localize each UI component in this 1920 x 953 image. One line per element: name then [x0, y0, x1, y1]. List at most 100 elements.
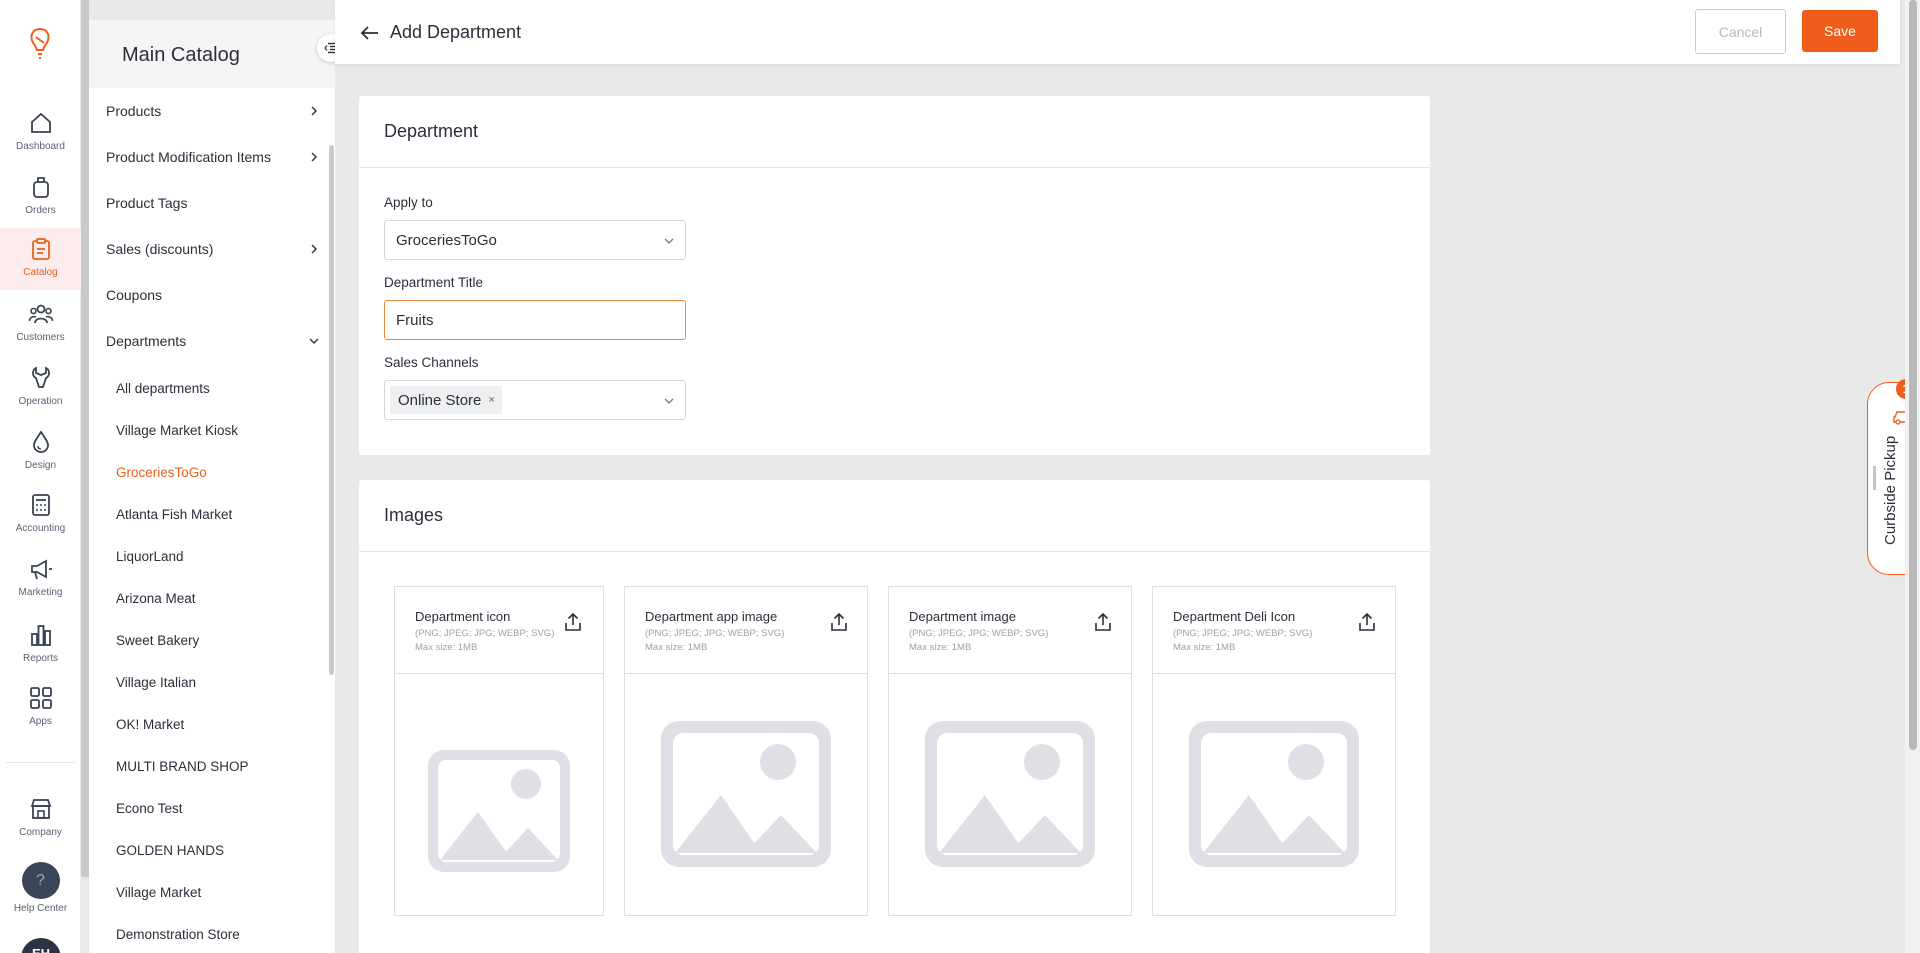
- chevron-right-icon: [311, 152, 317, 162]
- page-scrollbar-thumb[interactable]: [1909, 0, 1917, 750]
- department-title-input[interactable]: [384, 300, 686, 340]
- rail-item-help-center[interactable]: ? Help Center: [0, 854, 81, 914]
- rail-item-operation[interactable]: Operation: [0, 357, 81, 417]
- rail-item-label: Orders: [25, 205, 56, 216]
- clipboard-icon: [31, 238, 50, 260]
- subnav-scrollbar[interactable]: [329, 145, 334, 675]
- rail-item-label: Dashboard: [16, 141, 65, 152]
- image-tile-max-size: Max size: 1MB: [909, 642, 972, 653]
- upload-icon[interactable]: [1092, 611, 1114, 633]
- subnav-title: Main Catalog: [122, 44, 240, 66]
- department-item-active[interactable]: GroceriesToGo: [116, 463, 207, 483]
- bar-chart-icon: [30, 625, 51, 646]
- rail-item-catalog[interactable]: Catalog: [0, 228, 81, 290]
- image-tile-formats: (PNG; JPEG; JPG; WEBP; SVG): [1173, 628, 1313, 639]
- chevron-right-icon: [311, 106, 317, 116]
- image-placeholder-icon: [661, 721, 831, 867]
- rail-item-label: Reports: [22, 653, 58, 664]
- department-item[interactable]: Village Market Kiosk: [116, 421, 238, 441]
- department-item[interactable]: Atlanta Fish Market: [116, 505, 232, 525]
- rail-item-marketing[interactable]: Marketing: [0, 548, 81, 608]
- image-placeholder-icon: [925, 721, 1095, 867]
- save-button[interactable]: Save: [1802, 10, 1878, 52]
- users-icon: [28, 304, 53, 324]
- rail-item-orders[interactable]: Orders: [0, 166, 81, 226]
- department-title-label: Department Title: [384, 275, 484, 290]
- upload-icon[interactable]: [828, 611, 850, 633]
- subnav-item-label: Product Tags: [106, 195, 188, 211]
- image-tile-name: Department Deli Icon: [1173, 609, 1296, 624]
- image-tile-department-icon: Department icon (PNG; JPEG; JPG; WEBP; S…: [394, 586, 604, 916]
- subnav-item-sales-discounts[interactable]: Sales (discounts): [106, 237, 320, 261]
- subnav-item-label: Products: [106, 103, 162, 119]
- page-title: Add Department: [390, 22, 522, 42]
- department-item[interactable]: All departments: [116, 379, 210, 399]
- logo-icon[interactable]: [26, 26, 54, 62]
- department-item[interactable]: Arizona Meat: [116, 589, 196, 609]
- grid-icon: [29, 687, 52, 709]
- catalog-subnav: Main Catalog Products Product Modificati…: [89, 20, 345, 953]
- subnav-item-coupons[interactable]: Coupons: [106, 283, 320, 307]
- image-tile-formats: (PNG; JPEG; JPG; WEBP; SVG): [645, 628, 785, 639]
- rail-item-label: Catalog: [23, 267, 58, 278]
- rail-item-label: Marketing: [18, 587, 63, 598]
- curbside-drag-handle[interactable]: [1873, 466, 1876, 490]
- department-item[interactable]: Sweet Bakery: [116, 631, 199, 651]
- upload-icon[interactable]: [562, 611, 584, 633]
- rail-item-accounting[interactable]: Accounting: [0, 484, 81, 544]
- department-item[interactable]: GOLDEN HANDS: [116, 841, 224, 861]
- subnav-item-product-modification-items[interactable]: Product Modification Items: [106, 145, 320, 169]
- chevron-down-icon: [664, 398, 674, 404]
- department-item[interactable]: Village Market: [116, 883, 201, 903]
- image-tile-formats: (PNG; JPEG; JPG; WEBP; SVG): [909, 628, 1049, 639]
- curbside-label: Curbside Pickup: [1882, 435, 1899, 545]
- image-tile-name: Department icon: [415, 609, 511, 624]
- rail-item-label: Customers: [16, 332, 65, 343]
- images-card: Images Department icon (PNG; JPEG; JPG; …: [359, 480, 1430, 953]
- avatar[interactable]: EH: [21, 938, 61, 953]
- rail-scrollbar[interactable]: [81, 0, 89, 877]
- remove-tag-icon[interactable]: ×: [488, 394, 494, 406]
- subnav-item-departments[interactable]: Departments: [106, 329, 320, 353]
- image-tile-department-deli-icon: Department Deli Icon (PNG; JPEG; JPG; WE…: [1152, 586, 1396, 916]
- help-icon: ?: [21, 862, 60, 899]
- department-item[interactable]: Village Italian: [116, 673, 196, 693]
- rail-item-design[interactable]: Design: [0, 421, 81, 481]
- subnav-item-label: Coupons: [106, 287, 163, 303]
- sales-channels-label: Sales Channels: [384, 355, 479, 370]
- subnav-item-label: Product Modification Items: [106, 149, 271, 165]
- rail-item-dashboard[interactable]: Dashboard: [0, 102, 81, 162]
- rail-item-company[interactable]: Company: [0, 788, 81, 848]
- sales-channel-tag: Online Store ×: [390, 386, 502, 414]
- department-item[interactable]: Demonstration Store: [116, 925, 240, 945]
- department-item[interactable]: OK! Market: [116, 715, 184, 735]
- image-tile-name: Department app image: [645, 609, 778, 624]
- subnav-item-label: Sales (discounts): [106, 241, 214, 257]
- sales-channels-select[interactable]: Online Store ×: [384, 380, 686, 420]
- rail-item-reports[interactable]: Reports: [0, 614, 81, 674]
- page-header: Add Department Cancel Save: [335, 0, 1900, 64]
- image-tile-max-size: Max size: 1MB: [415, 642, 478, 653]
- department-item[interactable]: MULTI BRAND SHOP: [116, 757, 249, 777]
- image-placeholder-icon: [428, 750, 570, 872]
- subnav-item-products[interactable]: Products: [106, 99, 320, 123]
- subnav-item-product-tags[interactable]: Product Tags: [106, 191, 320, 215]
- upload-icon[interactable]: [1356, 611, 1378, 633]
- cancel-button[interactable]: Cancel: [1695, 9, 1786, 54]
- rail-item-label: Design: [24, 460, 57, 471]
- rail-divider: [6, 762, 75, 763]
- left-rail: Dashboard Orders Catalog Customers Opera…: [0, 0, 81, 953]
- back-arrow-icon[interactable]: [359, 22, 381, 44]
- image-placeholder-icon: [1189, 721, 1359, 867]
- department-item[interactable]: Econo Test: [116, 799, 183, 819]
- page-scrollbar[interactable]: [1905, 0, 1920, 953]
- apply-to-select[interactable]: GroceriesToGo: [384, 220, 686, 260]
- apply-to-label: Apply to: [384, 195, 433, 210]
- image-tile-department-app-image: Department app image (PNG; JPEG; JPG; WE…: [624, 586, 868, 916]
- drop-icon: [32, 430, 49, 453]
- rail-item-customers[interactable]: Customers: [0, 293, 81, 353]
- rail-item-apps[interactable]: Apps: [0, 677, 81, 737]
- department-item[interactable]: LiquorLand: [116, 547, 184, 567]
- rail-item-label: Operation: [18, 396, 63, 407]
- storefront-icon: [30, 799, 51, 819]
